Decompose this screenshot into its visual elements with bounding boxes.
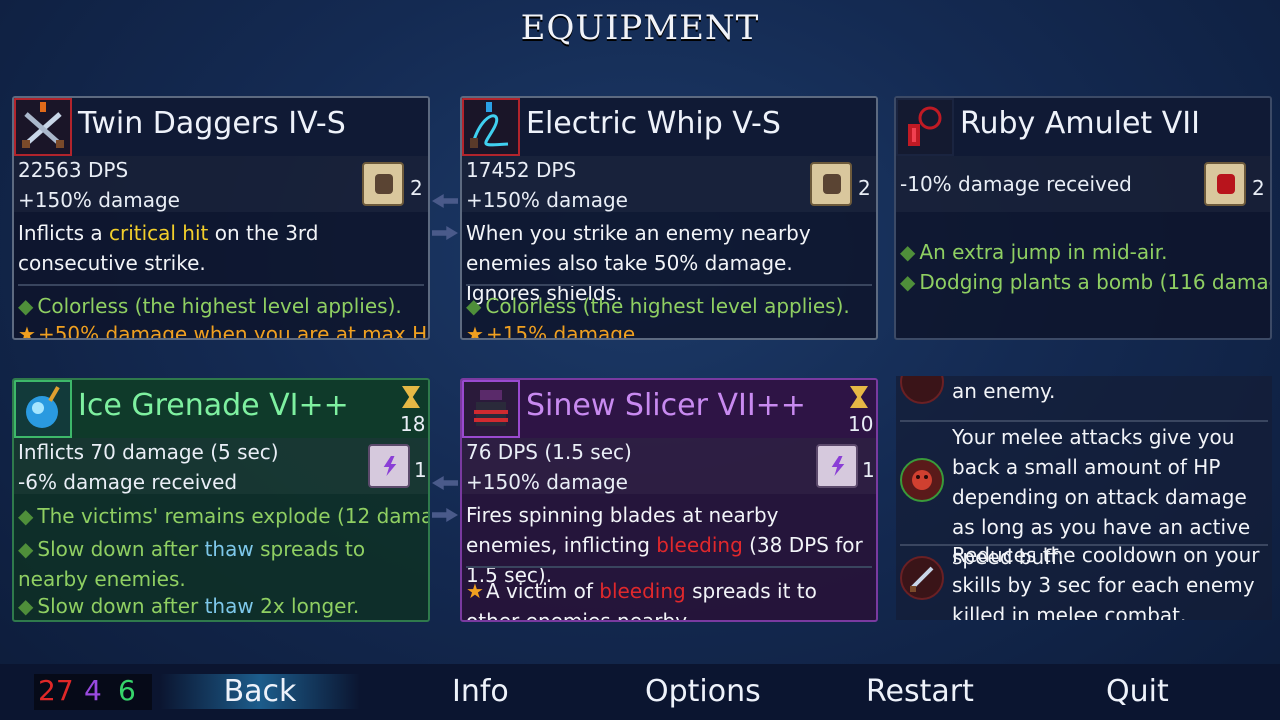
scroll-stats: 27 4 6 — [34, 674, 152, 710]
cooldown-value: 10 — [848, 412, 874, 436]
keyword-thaw: thaw — [204, 537, 254, 561]
equipment-card-ruby-amulet[interactable]: Ruby Amulet VII -10% damage received 2 ◆… — [894, 96, 1272, 340]
restart-button[interactable]: Restart — [866, 674, 974, 709]
scroll-count: 1 — [862, 458, 875, 482]
item-name: Electric Whip V-S — [526, 106, 781, 141]
item-name: Twin Daggers IV-S — [78, 106, 346, 141]
star-icon: ★ — [18, 322, 36, 340]
scroll-count: 2 — [1252, 176, 1265, 200]
bullet-icon: ◆ — [466, 294, 482, 318]
item-perk: ◆ Slow down after thaw spreads to nearby … — [18, 537, 366, 591]
keyword-thaw: thaw — [204, 594, 254, 618]
mutation-description: Reduces the cooldown on your skills by 3… — [952, 543, 1260, 620]
item-perk: ◆ Colorless (the highest level applies). — [466, 294, 850, 318]
back-button[interactable]: Back — [160, 674, 360, 709]
tactics-count: 4 — [84, 674, 102, 707]
divider — [18, 284, 424, 286]
item-perk: ◆ Slow down after thaw 2x longer. — [18, 594, 360, 618]
bullet-icon: ◆ — [18, 294, 34, 318]
item-legendary-perk: ★ +50% damage when you are at max HP. — [18, 322, 428, 340]
ruby-amulet-icon — [896, 98, 954, 156]
ice-grenade-icon — [14, 380, 72, 438]
scroll-count: 1 — [414, 458, 427, 482]
brutality-scroll-icon — [1204, 162, 1246, 206]
star-icon: ★ — [466, 322, 484, 340]
equipment-card-twin-daggers[interactable]: Twin Daggers IV-S 22563 DPS +150% damage… — [12, 96, 430, 340]
screen-title: EQUIPMENT — [520, 8, 760, 48]
item-legendary-perk: ★ A victim of bleeding spreads it to othe… — [466, 579, 817, 622]
swap-left-arrow-icon[interactable] — [432, 476, 458, 490]
swap-right-arrow-icon[interactable] — [432, 508, 458, 522]
survival-count: 6 — [118, 674, 136, 707]
keyword-critical-hit: critical hit — [108, 221, 209, 245]
divider — [466, 566, 872, 568]
item-perk: ◆ The victims' remains explode (12 damage… — [18, 504, 430, 528]
quit-button[interactable]: Quit — [1106, 674, 1169, 709]
bullet-icon: ◆ — [900, 270, 916, 294]
keyword-bleeding: bleeding — [599, 579, 686, 603]
item-description: Inflicts a critical hit on the 3rd conse… — [18, 221, 319, 275]
item-legendary-perk: ★ +15% damage — [466, 322, 635, 340]
item-name: Ice Grenade VI++ — [78, 388, 349, 423]
keyword-bleeding: bleeding — [656, 533, 743, 557]
swap-left-arrow-icon[interactable] — [432, 194, 458, 208]
brutality-count: 27 — [38, 674, 74, 707]
mutation-icon — [900, 556, 944, 600]
bullet-icon: ◆ — [18, 537, 34, 561]
star-icon: ★ — [466, 579, 484, 603]
sinew-slicer-icon — [462, 380, 520, 438]
bullet-icon: ◆ — [900, 240, 916, 264]
item-name: Ruby Amulet VII — [960, 106, 1200, 141]
electric-whip-icon — [462, 98, 520, 156]
item-stat: -10% damage received — [900, 172, 1132, 196]
tactics-scroll-icon — [368, 444, 410, 488]
item-name: Sinew Slicer VII++ — [526, 388, 806, 423]
item-bonus: +150% damage — [466, 188, 628, 212]
item-dps: 22563 DPS — [18, 158, 129, 182]
bullet-icon: ◆ — [18, 504, 34, 528]
bullet-icon: ◆ — [18, 594, 34, 618]
item-damage: Inflicts 70 damage (5 sec) — [18, 440, 279, 464]
info-button[interactable]: Info — [452, 674, 509, 709]
divider — [466, 284, 872, 286]
options-button[interactable]: Options — [645, 674, 761, 709]
item-perk: ◆ An extra jump in mid-air. — [900, 240, 1168, 264]
item-perk: ◆ Dodging plants a bomb (116 damage) — [900, 270, 1272, 294]
brutality-scroll-icon — [810, 162, 852, 206]
scroll-count: 2 — [858, 176, 871, 200]
twin-daggers-icon — [14, 98, 72, 156]
mutation-description: an enemy. — [952, 379, 1056, 403]
brutality-scroll-icon — [362, 162, 404, 206]
equipment-card-sinew-slicer[interactable]: Sinew Slicer VII++ 10 76 DPS (1.5 sec) +… — [460, 378, 878, 622]
tactics-scroll-icon — [816, 444, 858, 488]
mutations-panel[interactable]: an enemy. Your melee attacks give you ba… — [896, 376, 1272, 620]
mutation-icon — [900, 376, 944, 404]
mutation-icon — [900, 458, 944, 502]
item-dps: 76 DPS (1.5 sec) — [466, 440, 632, 464]
item-dps: 17452 DPS — [466, 158, 577, 182]
equipment-card-electric-whip[interactable]: Electric Whip V-S 17452 DPS +150% damage… — [460, 96, 878, 340]
item-bonus: -6% damage received — [18, 470, 238, 494]
item-bonus: +150% damage — [466, 470, 628, 494]
cooldown-value: 18 — [400, 412, 426, 436]
swap-right-arrow-icon[interactable] — [432, 226, 458, 240]
mutation-row[interactable]: Reduces the cooldown on your skills by 3… — [896, 540, 1272, 620]
mutation-row[interactable]: an enemy. — [896, 376, 1272, 416]
item-bonus: +150% damage — [18, 188, 180, 212]
equipment-card-ice-grenade[interactable]: Ice Grenade VI++ 18 Inflicts 70 damage (… — [12, 378, 430, 622]
item-perk: ◆ Colorless (the highest level applies). — [18, 294, 402, 318]
scroll-count: 2 — [410, 176, 423, 200]
mutation-row[interactable]: Your melee attacks give you back a small… — [896, 422, 1272, 569]
